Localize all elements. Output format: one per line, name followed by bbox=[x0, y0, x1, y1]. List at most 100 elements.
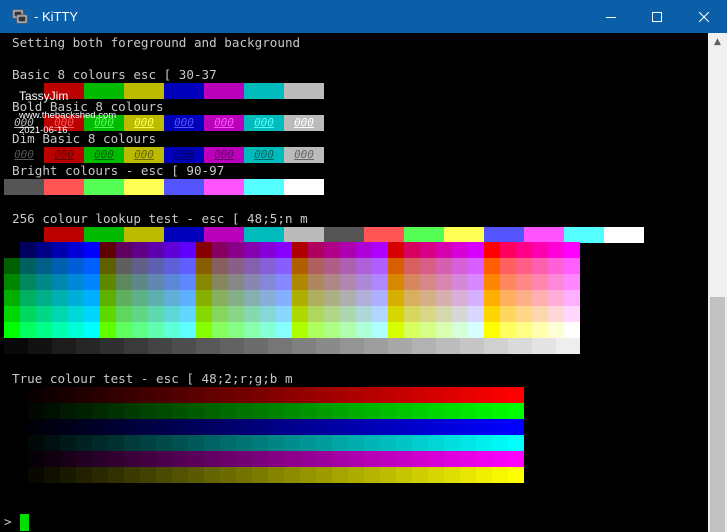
colour-swatch bbox=[284, 83, 324, 99]
cube-cell bbox=[356, 306, 372, 322]
true-colour-cell bbox=[396, 387, 412, 403]
true-colour-cell bbox=[348, 467, 364, 483]
colour-swatch bbox=[4, 179, 44, 195]
cube-cell bbox=[564, 322, 580, 338]
cube-cell bbox=[148, 242, 164, 258]
colour-swatch bbox=[4, 227, 44, 243]
colour-swatch bbox=[284, 179, 324, 195]
cube-cell bbox=[196, 290, 212, 306]
cube-cell bbox=[212, 274, 228, 290]
true-colour-cell bbox=[12, 387, 28, 403]
true-colour-cell bbox=[476, 435, 492, 451]
terminal-line-basic: Basic 8 colours esc [ 30-37 bbox=[12, 67, 217, 82]
grey-cell bbox=[124, 338, 148, 354]
cube-cell bbox=[548, 322, 564, 338]
minimize-button[interactable] bbox=[588, 0, 634, 33]
cube-cell bbox=[516, 242, 532, 258]
true-colour-cell bbox=[508, 403, 524, 419]
true-colour-cell bbox=[476, 403, 492, 419]
true-colour-cell bbox=[60, 387, 76, 403]
cube-cell bbox=[500, 306, 516, 322]
true-colour-cell bbox=[44, 387, 60, 403]
true-colour-cell bbox=[252, 451, 268, 467]
grey-cell bbox=[412, 338, 436, 354]
cube-cell bbox=[420, 258, 436, 274]
true-colour-cell bbox=[348, 435, 364, 451]
cube-cell bbox=[340, 322, 356, 338]
cube-cell bbox=[212, 322, 228, 338]
cube-cell bbox=[500, 242, 516, 258]
vertical-scrollbar[interactable]: ▲ bbox=[708, 33, 727, 532]
cube-cell bbox=[516, 258, 532, 274]
true-colour-cell bbox=[300, 435, 316, 451]
true-colour-cell bbox=[348, 451, 364, 467]
true-colour-cell bbox=[316, 435, 332, 451]
cube-cell bbox=[468, 290, 484, 306]
cube-cell bbox=[276, 306, 292, 322]
cube-cell bbox=[164, 306, 180, 322]
cube-cell bbox=[260, 274, 276, 290]
grey-cell bbox=[148, 338, 172, 354]
true-colour-cell bbox=[28, 435, 44, 451]
cube-cell bbox=[276, 274, 292, 290]
cube-cell bbox=[292, 306, 308, 322]
close-button[interactable] bbox=[681, 0, 727, 33]
cube-cell bbox=[116, 290, 132, 306]
cube-cell bbox=[4, 290, 20, 306]
cube-cell bbox=[132, 290, 148, 306]
cube-cell bbox=[436, 258, 452, 274]
true-colour-cell bbox=[332, 467, 348, 483]
true-colour-cell bbox=[460, 435, 476, 451]
scroll-up-icon[interactable]: ▲ bbox=[708, 33, 727, 50]
cube-cell bbox=[516, 290, 532, 306]
cube-cell bbox=[52, 322, 68, 338]
cube-cell bbox=[468, 242, 484, 258]
true-colour-cell bbox=[172, 419, 188, 435]
title-bar[interactable]: - KiTTY bbox=[0, 0, 727, 33]
true-colour-cell bbox=[28, 387, 44, 403]
cube-cell bbox=[372, 258, 388, 274]
cube-cell bbox=[212, 290, 228, 306]
terminal-area[interactable]: Setting both foreground and background B… bbox=[0, 33, 708, 532]
colour-swatch bbox=[284, 227, 324, 243]
true-colour-cell bbox=[396, 467, 412, 483]
maximize-button[interactable] bbox=[634, 0, 680, 33]
grey-cell bbox=[220, 338, 244, 354]
cube-cell bbox=[180, 274, 196, 290]
colour-swatch bbox=[484, 227, 524, 243]
cube-cell bbox=[452, 274, 468, 290]
true-colour-cell bbox=[508, 451, 524, 467]
cube-cell bbox=[164, 274, 180, 290]
scrollbar-thumb[interactable] bbox=[710, 297, 725, 532]
cube-cell bbox=[4, 258, 20, 274]
cube-cell bbox=[68, 290, 84, 306]
cube-cell bbox=[532, 242, 548, 258]
colour-swatch bbox=[524, 227, 564, 243]
cube-cell bbox=[436, 290, 452, 306]
cube-cell bbox=[372, 322, 388, 338]
cube-cell bbox=[260, 322, 276, 338]
grey-cell bbox=[388, 338, 412, 354]
kitty-app-icon[interactable] bbox=[12, 9, 28, 24]
cube-cell bbox=[324, 290, 340, 306]
true-colour-cell bbox=[188, 451, 204, 467]
true-colour-cell bbox=[12, 403, 28, 419]
terminal-line-bright: Bright colours - esc [ 90-97 bbox=[12, 163, 225, 178]
watermark-date: 2021-06-16 bbox=[19, 125, 68, 136]
true-colour-cell bbox=[108, 467, 124, 483]
true-colour-cell bbox=[476, 467, 492, 483]
true-colour-cell bbox=[460, 403, 476, 419]
cube-cell bbox=[308, 242, 324, 258]
true-colour-cell bbox=[332, 387, 348, 403]
true-colour-cell bbox=[12, 451, 28, 467]
cube-cell bbox=[324, 274, 340, 290]
cube-cell bbox=[548, 258, 564, 274]
true-colour-cell bbox=[188, 419, 204, 435]
cube-cell bbox=[452, 290, 468, 306]
true-colour-cell bbox=[156, 403, 172, 419]
cube-cell bbox=[356, 322, 372, 338]
true-colour-cell bbox=[236, 467, 252, 483]
cube-cell bbox=[260, 306, 276, 322]
true-colour-cell bbox=[188, 387, 204, 403]
cube-cell bbox=[148, 258, 164, 274]
